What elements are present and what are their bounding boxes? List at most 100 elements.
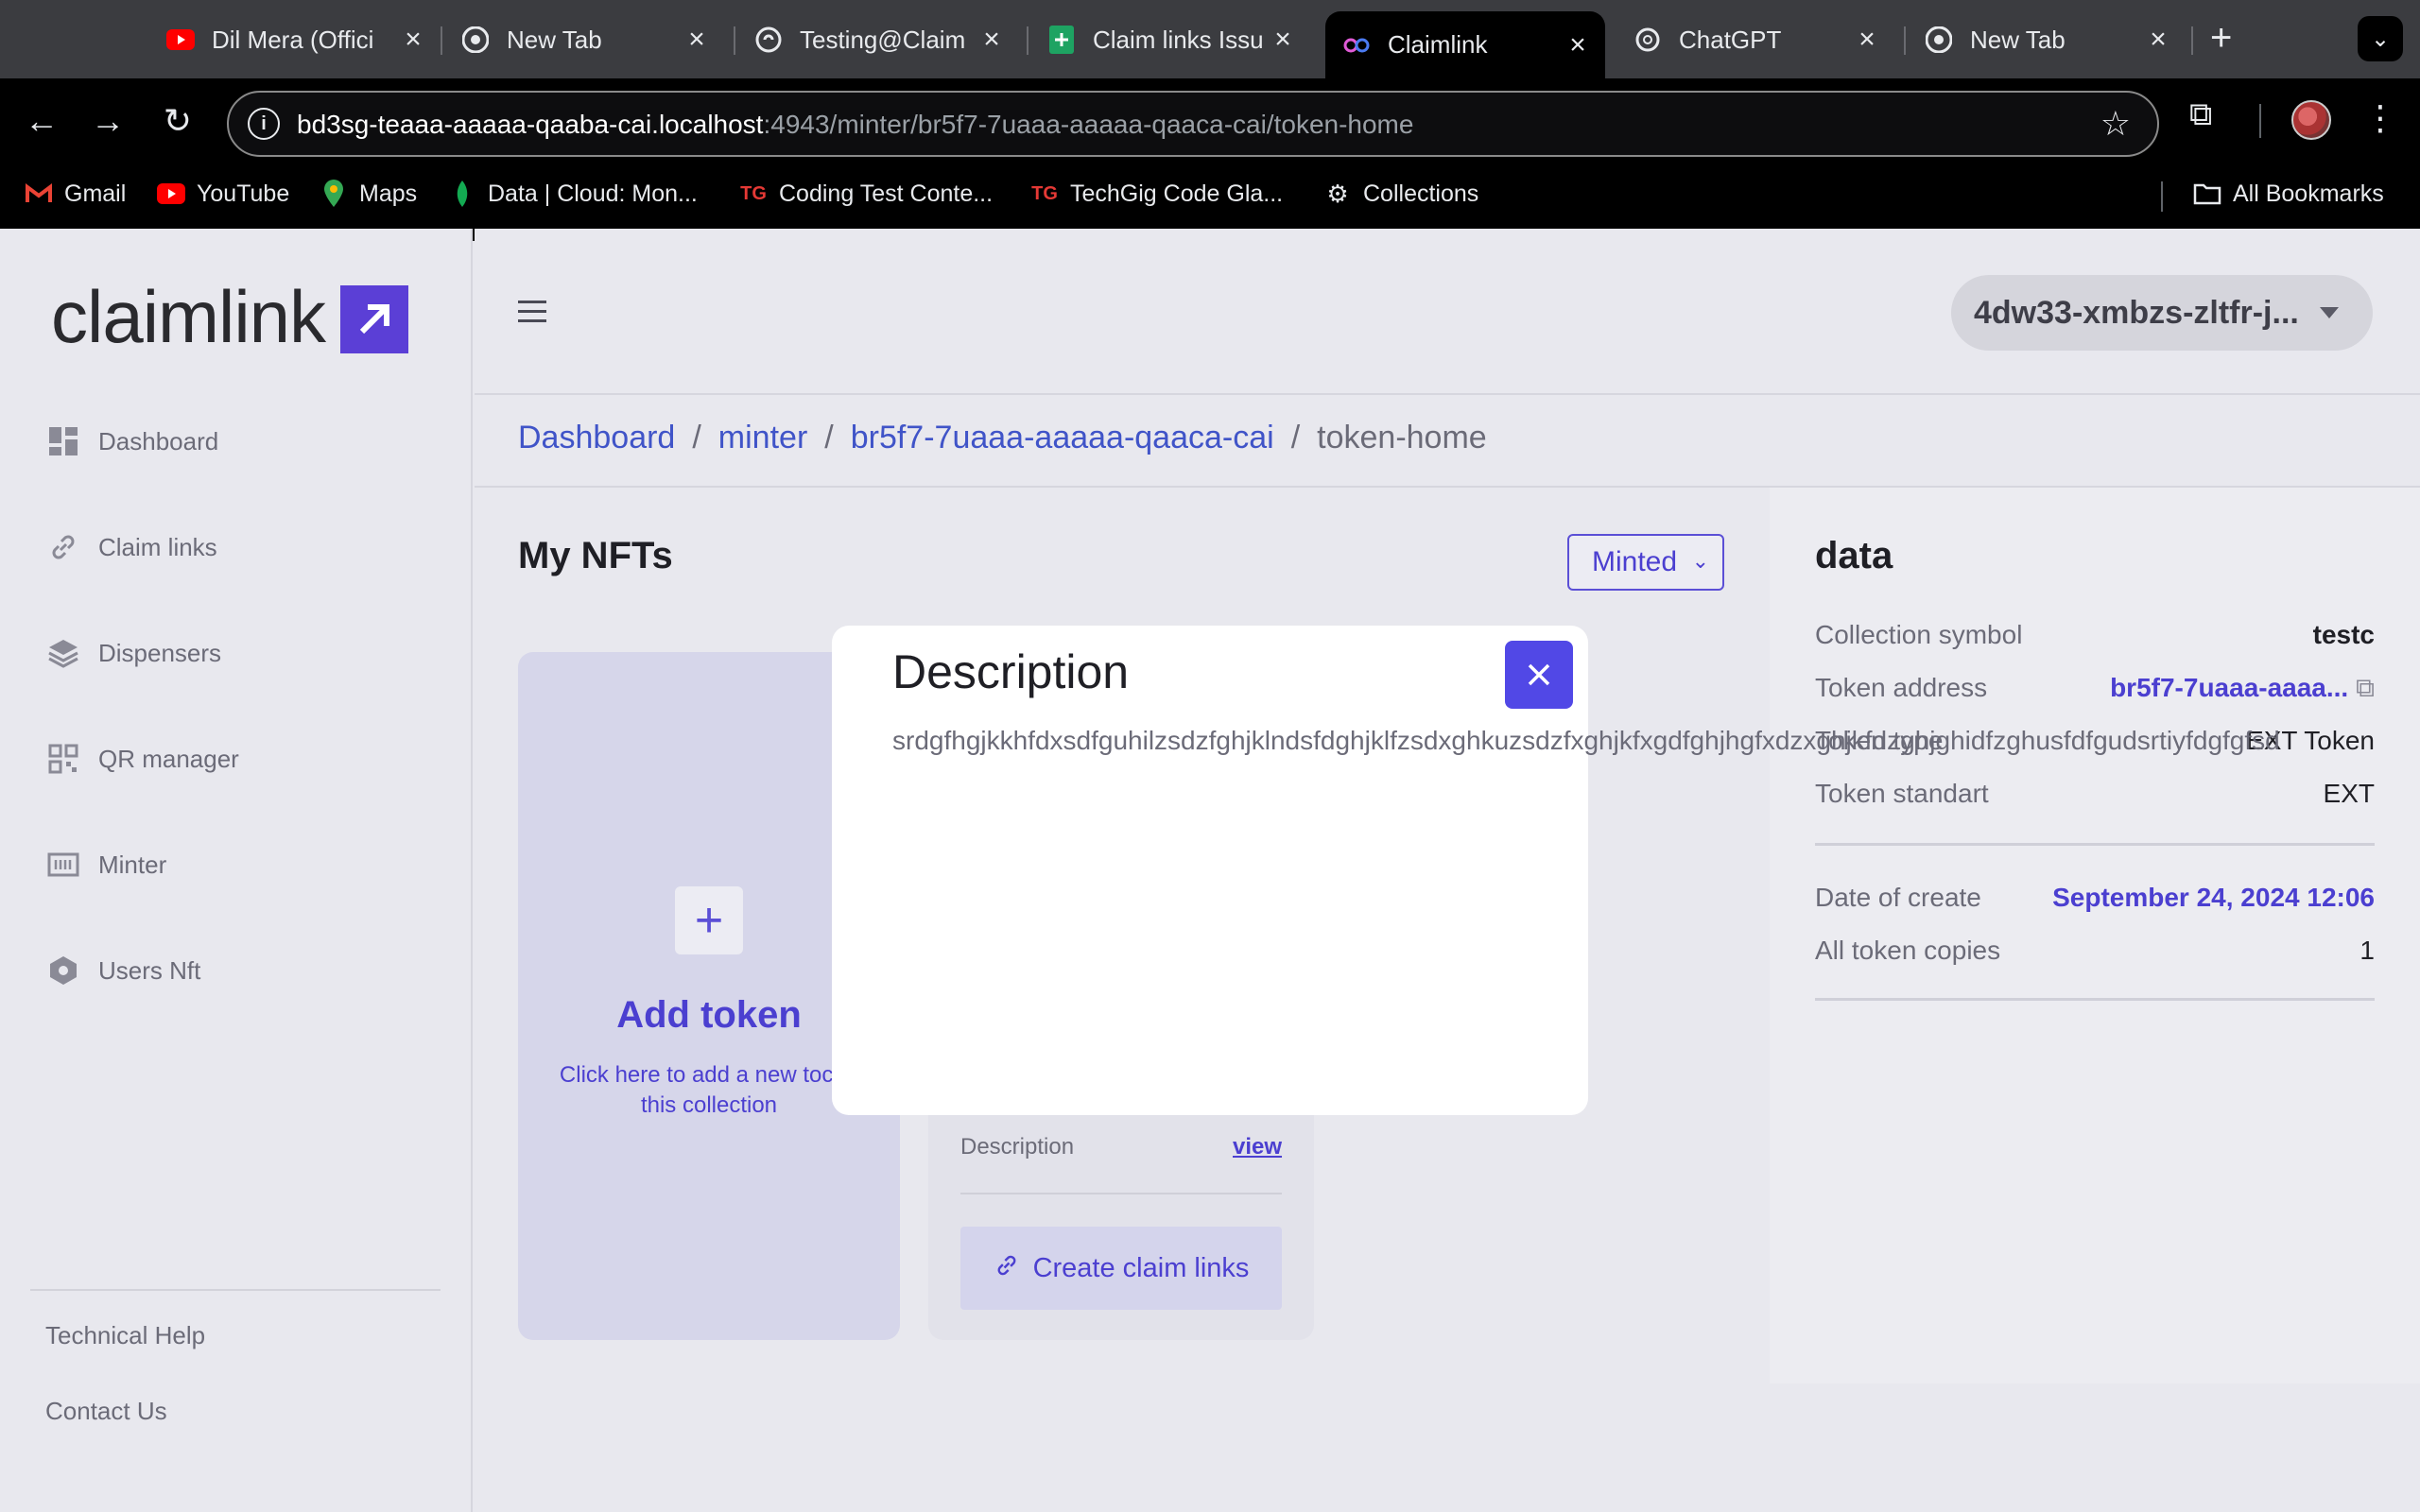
close-tab-icon[interactable]: × [1564,29,1592,61]
back-button[interactable]: ← [19,98,64,144]
hexagon-icon [50,956,77,985]
tab-chatgpt[interactable]: ChatGPT × [1634,13,1881,66]
principal-dropdown[interactable]: 4dw33-xmbzs-zltfr-j... [1951,275,2373,351]
logo-text: claimlink [51,275,326,358]
data-divider [1815,998,2375,1001]
tab-claim-links-issues[interactable]: Claim links Issu × [1047,13,1297,66]
link-icon [994,1252,1020,1285]
youtube-icon [166,26,195,54]
hamburger-menu-icon[interactable] [518,301,546,329]
address-bar[interactable]: i bd3sg-teaaa-aaaaa-qaaba-cai.localhost:… [227,91,2159,157]
tab-new-tab-2[interactable]: New Tab × [1925,13,2172,66]
site-info-icon[interactable]: i [248,108,280,140]
logo-arrow-icon [340,284,409,353]
new-tab-button[interactable]: + [2210,17,2232,60]
close-tab-icon[interactable]: × [683,24,711,56]
tab-new-tab-1[interactable]: New Tab × [461,13,711,66]
close-tab-icon[interactable]: × [399,24,427,56]
token-description-label: Description [960,1134,1075,1160]
sidebar-item-dispensers[interactable]: Dispensers [47,637,221,669]
tab-separator [1027,26,1028,55]
bookmark-collections[interactable]: ⚙ Collections [1323,180,1478,208]
tab-title: Dil Mera (Offici [212,25,374,54]
close-tab-icon[interactable]: × [2144,24,2172,56]
chevron-down-icon: ⌄ [1691,549,1709,573]
data-value: 1 [2360,936,2375,965]
token-address-link[interactable]: br5f7-7uaaa-aaaa... ⧉ [2110,673,2375,704]
create-claim-links-button[interactable]: Create claim links [960,1227,1282,1310]
breadcrumb-minter[interactable]: minter [718,420,807,456]
sidebar-item-users-nft[interactable]: Users Nft [47,954,200,987]
bookmark-label: YouTube [197,180,290,207]
extensions-icon[interactable]: ⧉ [2189,96,2212,133]
data-value: September 24, 2024 12:06 [2052,883,2375,912]
tab-title: Claim links Issu [1093,25,1264,54]
bookmark-techgig[interactable]: TG TechGig Code Gla... [1030,180,1283,208]
data-row-token-standart: Token standart EXT [1815,779,2375,809]
data-row-token-address: Token address br5f7-7uaaa-aaaa... ⧉ [1815,673,2375,704]
tab-separator [2191,26,2193,55]
sidebar-item-qr-manager[interactable]: QR manager [47,743,239,775]
close-modal-button[interactable] [1505,641,1573,709]
close-tab-icon[interactable]: × [1853,24,1881,56]
plus-icon[interactable]: + [675,886,743,954]
bookmark-maps[interactable]: Maps [320,180,417,208]
tab-youtube[interactable]: Dil Mera (Offici × [166,13,427,66]
minter-icon [47,852,79,877]
close-tab-icon[interactable]: × [977,24,1006,56]
tab-claimlink[interactable]: Claimlink × [1325,11,1605,78]
maps-icon [320,180,348,208]
view-description-link[interactable]: view [1233,1134,1282,1160]
bookmark-coding-test[interactable]: TG Coding Test Conte... [739,180,993,208]
qr-icon [48,744,78,774]
breadcrumb-collection[interactable]: br5f7-7uaaa-aaaaa-qaaca-cai [851,420,1274,456]
link-icon [52,535,75,559]
techgig-icon: TG [1031,182,1058,204]
breadcrumb-dashboard[interactable]: Dashboard [518,420,675,456]
bookmark-youtube[interactable]: YouTube [157,180,289,208]
sidebar-item-label: QR manager [98,744,239,773]
reload-button[interactable]: ↻ [155,98,200,144]
data-row-collection-symbol: Collection symbol testc [1815,620,2375,650]
token-card-divider [960,1193,1282,1194]
bookmark-label: Data | Cloud: Mon... [488,180,698,207]
bookmark-mongodb[interactable]: Data | Cloud: Mon... [448,180,698,208]
bookmark-separator [2161,181,2163,212]
contact-us-link[interactable]: Contact Us [45,1397,167,1426]
star-icon[interactable]: ☆ [2100,104,2131,144]
bookmark-gmail[interactable]: Gmail [25,180,126,208]
menu-icon[interactable]: ⋮ [2363,98,2397,138]
arrow-right-icon: → [91,101,125,140]
sidebar-item-claim-links[interactable]: Claim links [47,531,217,563]
close-tab-icon[interactable]: × [1269,24,1297,56]
tab-testing-claim[interactable]: Testing@Claim × [754,13,1006,66]
modal-description-text: srdgfhgjkkhfdxsdfguhilzsdzfghjklndsfdghj… [892,726,2280,755]
page-title: My NFTs [518,535,673,576]
techgig-icon: TG [740,182,767,204]
sidebar-item-minter[interactable]: Minter [47,849,166,881]
profile-avatar[interactable] [2291,100,2331,140]
chrome-icon [1925,26,1953,54]
bookmark-label: All Bookmarks [2233,180,2384,207]
sidebar-item-label: Minter [98,850,167,879]
technical-help-link[interactable]: Technical Help [45,1321,205,1350]
sidebar-item-label: Dashboard [98,426,219,455]
claimlink-logo[interactable]: claimlink [51,274,409,360]
tab-title: New Tab [1970,25,2066,54]
data-key: Collection symbol [1815,620,2023,649]
sheets-icon [1047,26,1076,54]
data-row-date-of-create: Date of create September 24, 2024 12:06 [1815,883,2375,913]
status-filter-select[interactable]: Minted ⌄ [1567,534,1724,591]
sidebar-divider [30,1289,441,1291]
data-key: Token address [1815,673,1988,702]
forward-button[interactable]: → [85,98,130,144]
caret-down-icon [2320,307,2339,318]
tab-title: Claimlink [1388,30,1488,59]
tab-search-button[interactable]: ⌄ [2358,16,2403,61]
data-row-all-token-copies: All token copies 1 [1815,936,2375,966]
sidebar-item-dashboard[interactable]: Dashboard [47,425,218,457]
copy-icon[interactable]: ⧉ [2356,673,2375,702]
data-panel-title: data [1815,535,1893,576]
all-bookmarks-button[interactable]: All Bookmarks [2193,180,2384,208]
bookmark-label: Maps [359,180,418,207]
